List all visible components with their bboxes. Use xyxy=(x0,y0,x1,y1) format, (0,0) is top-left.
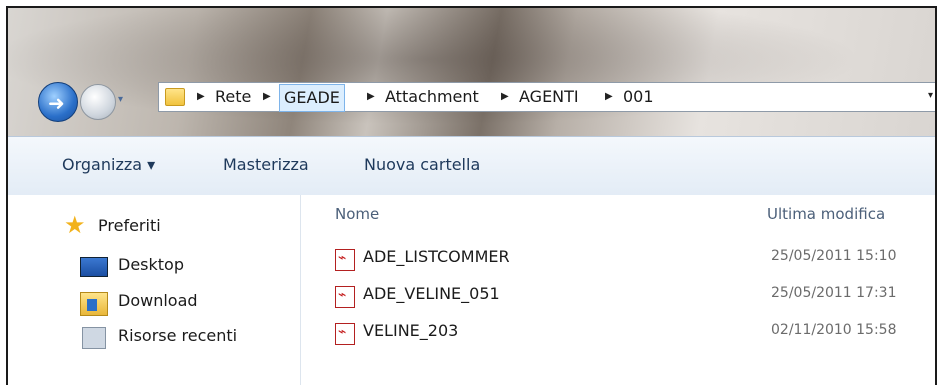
file-name[interactable]: ADE_VELINE_051 xyxy=(363,284,500,303)
file-row[interactable]: ADE_VELINE_051 25/05/2011 17:31 xyxy=(301,282,935,310)
navigation-pane: ★ Preferiti Desktop Download Risorse rec… xyxy=(8,195,301,385)
breadcrumb-separator[interactable]: ▶ xyxy=(501,83,509,111)
address-bar[interactable]: ▶ Rete ▶ GEADE ▶ Attachment ▶ AGENTI ▶ 0… xyxy=(158,82,935,112)
breadcrumb-separator[interactable]: ▶ xyxy=(605,83,613,111)
new-folder-button[interactable]: Nuova cartella xyxy=(364,155,480,174)
sidebar-favorites[interactable]: Preferiti xyxy=(98,216,161,235)
column-header-name[interactable]: Nome xyxy=(335,205,379,223)
file-modified: 25/05/2011 17:31 xyxy=(771,285,897,301)
file-name[interactable]: ADE_LISTCOMMER xyxy=(363,247,510,266)
breadcrumb-rete[interactable]: Rete xyxy=(215,83,251,111)
sidebar-item-desktop[interactable]: Desktop xyxy=(118,255,184,274)
window-titlebar xyxy=(8,8,935,136)
file-row[interactable]: ADE_LISTCOMMER 25/05/2011 15:10 xyxy=(301,245,935,273)
breadcrumb-attachment[interactable]: Attachment xyxy=(385,83,479,111)
pdf-file-icon xyxy=(335,286,355,308)
recent-places-icon xyxy=(82,327,106,349)
command-bar: Organizza ▾ Masterizza Nuova cartella xyxy=(8,136,935,196)
back-arrow-icon: ➜ xyxy=(48,91,65,115)
breadcrumb-separator[interactable]: ▶ xyxy=(263,83,271,111)
column-header-modified[interactable]: Ultima modifica xyxy=(767,205,885,223)
file-name[interactable]: VELINE_203 xyxy=(363,321,458,340)
desktop-icon xyxy=(80,257,108,277)
file-row[interactable]: VELINE_203 02/11/2010 15:58 xyxy=(301,319,935,347)
file-list: Nome Ultima modifica ADE_LISTCOMMER 25/0… xyxy=(301,195,935,385)
file-modified: 02/11/2010 15:58 xyxy=(771,322,897,338)
pdf-file-icon xyxy=(335,323,355,345)
breadcrumb-geade[interactable]: GEADE xyxy=(279,84,345,112)
file-modified: 25/05/2011 15:10 xyxy=(771,248,897,264)
sidebar-item-download[interactable]: Download xyxy=(118,291,198,310)
breadcrumb-001[interactable]: 001 xyxy=(623,83,654,111)
address-dropdown-icon[interactable]: ▾ xyxy=(928,90,933,101)
download-folder-icon xyxy=(80,292,108,316)
breadcrumb-separator[interactable]: ▶ xyxy=(367,83,375,111)
pdf-file-icon xyxy=(335,249,355,271)
breadcrumb-separator[interactable]: ▶ xyxy=(197,83,205,111)
organize-button[interactable]: Organizza ▾ xyxy=(62,155,155,174)
back-button[interactable]: ➜ xyxy=(38,82,78,122)
explorer-window: ➜ ▾ ▶ Rete ▶ GEADE ▶ Attachment ▶ AGENTI… xyxy=(6,6,937,385)
favorites-star-icon: ★ xyxy=(64,211,86,239)
history-dropdown[interactable]: ▾ xyxy=(118,94,123,105)
folder-icon xyxy=(165,88,185,106)
breadcrumb-agenti[interactable]: AGENTI xyxy=(519,83,579,111)
sidebar-item-recent[interactable]: Risorse recenti xyxy=(118,326,237,345)
burn-button[interactable]: Masterizza xyxy=(223,155,309,174)
forward-button[interactable] xyxy=(80,84,116,120)
